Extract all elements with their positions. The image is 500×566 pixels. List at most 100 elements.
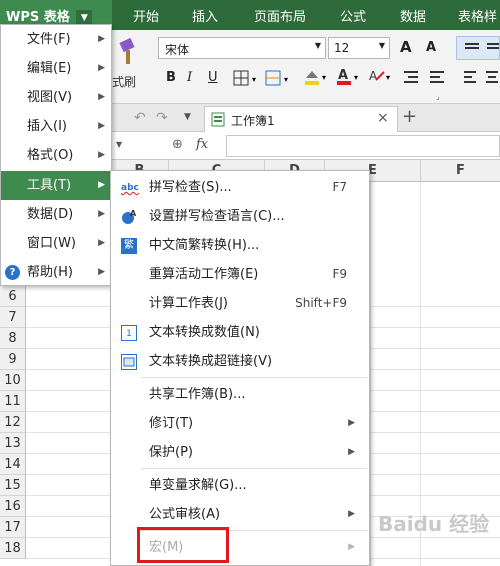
menu-item-label: 编辑(E) [27,61,72,76]
menu-item-label: 文本转换成超链接(V) [149,354,273,369]
chinese-conversion-icon: 繁 [121,238,137,254]
menu-item-edit[interactable]: 编辑(E) ▶ [1,54,111,83]
bold-button[interactable]: B [166,70,176,85]
menu-item-chinese-conversion[interactable]: 繁 中文简繁转换(H)... [111,231,369,260]
align-top-button[interactable] [456,36,500,60]
chevron-right-icon: ▶ [98,209,105,219]
svg-text:▾: ▾ [284,75,288,84]
clear-format-icon[interactable]: A ▾ [366,66,396,88]
zoom-icon[interactable]: ⊕ [172,137,183,152]
row-header[interactable]: 8 [0,328,26,349]
row-header[interactable]: 9 [0,349,26,370]
menu-item-label: 中文简繁转换(H)... [149,238,260,253]
menu-item-goal-seek[interactable]: 单变量求解(G)... [111,471,369,500]
italic-button[interactable]: I [187,70,192,85]
formula-input[interactable] [226,135,500,157]
svg-text:▾: ▾ [252,75,256,84]
column-header-f[interactable]: F [420,160,500,182]
menu-item-label: 文件(F) [27,32,71,47]
tab-table-style[interactable]: 表格样 [458,6,497,25]
merge-cells-icon[interactable]: ▾ [264,68,294,88]
menu-item-revisions[interactable]: 修订(T) ▶ [111,409,369,438]
menu-item-help[interactable]: ? 帮助(H) ▶ [1,258,111,287]
menu-item-spell-check[interactable]: abc 拼写检查(S)... F7 [111,173,369,202]
tools-submenu: abc 拼写检查(S)... F7 A 设置拼写检查语言(C)... 繁 中文简… [110,170,370,566]
menu-item-format[interactable]: 格式(O) ▶ [1,141,111,170]
indent-increase-icon[interactable] [428,68,446,86]
underline-button[interactable]: U [208,70,218,85]
menu-item-shortcut: Shift+F9 [295,296,347,310]
chevron-right-icon: ▶ [98,34,105,44]
menu-item-share-workbook[interactable]: 共享工作簿(B)... [111,380,369,409]
menu-item-data[interactable]: 数据(D) ▶ [1,200,111,229]
menu-item-formula-auditing[interactable]: 公式审核(A) ▶ [111,500,369,529]
menu-item-text-to-number[interactable]: 1 文本转换成数值(N) [111,318,369,347]
row-header[interactable]: 6 [0,286,26,307]
menu-item-calc-sheet[interactable]: 计算工作表(J) Shift+F9 [111,289,369,318]
row-header[interactable]: 11 [0,391,26,412]
tab-data[interactable]: 数据 [400,6,426,25]
tab-home[interactable]: 开始 [133,6,159,25]
close-icon[interactable]: × [377,110,389,126]
menu-item-insert[interactable]: 插入(I) ▶ [1,112,111,141]
menu-item-spell-language[interactable]: A 设置拼写检查语言(C)... [111,202,369,231]
menu-item-label: 工具(T) [27,178,72,193]
font-size-select[interactable]: 12 ▼ [328,37,390,59]
menu-item-file[interactable]: 文件(F) ▶ [1,25,111,54]
dialog-launcher-icon[interactable]: ⌟ [436,92,440,101]
chevron-right-icon: ▶ [98,63,105,73]
menu-item-window[interactable]: 窗口(W) ▶ [1,229,111,258]
row-header[interactable]: 16 [0,496,26,517]
menu-item-label: 公式审核(A) [149,507,221,522]
border-icon[interactable]: ▾ [232,68,262,88]
redo-icon[interactable]: ↷ [156,110,168,126]
menu-separator [141,468,367,469]
chevron-down-icon[interactable]: ▼ [116,140,122,149]
tab-page-layout[interactable]: 页面布局 [254,6,306,25]
grow-font-icon[interactable]: A [400,38,412,56]
chevron-right-icon: ▶ [348,542,355,552]
menu-item-protect[interactable]: 保护(P) ▶ [111,438,369,467]
format-painter-label[interactable]: 式刷 [112,73,136,90]
shrink-font-icon[interactable]: A [426,40,436,55]
chevron-right-icon: ▶ [348,418,355,428]
row-header[interactable]: 14 [0,454,26,475]
document-tab[interactable]: 工作簿1 × [204,106,398,132]
menu-item-label: 修订(T) [149,416,194,431]
spell-check-icon: abc [121,183,139,193]
grid-line [370,182,371,566]
undo-icon[interactable]: ↶ [134,110,146,126]
app-name: WPS 表格 [6,10,70,25]
new-tab-button[interactable]: + [402,106,417,127]
row-header[interactable]: 7 [0,307,26,328]
chevron-down-icon[interactable]: ▼ [184,112,191,122]
row-header[interactable]: 17 [0,517,26,538]
tab-formula[interactable]: 公式 [340,6,366,25]
chevron-right-icon: ▶ [348,509,355,519]
row-header[interactable]: 15 [0,475,26,496]
indent-decrease-icon[interactable] [402,68,420,86]
font-name-select[interactable]: 宋体 ▼ [158,37,326,59]
menu-item-tools[interactable]: 工具(T) ▶ [1,171,111,200]
row-header[interactable]: 13 [0,433,26,454]
menu-item-recalc-workbook[interactable]: 重算活动工作簿(E) F9 [111,260,369,289]
align-left-icon[interactable] [460,68,500,86]
row-header[interactable]: 10 [0,370,26,391]
svg-text:A: A [130,209,137,218]
font-color-icon[interactable]: A ▾ [334,66,364,88]
chevron-down-icon: ▼ [378,41,385,50]
menu-item-label: 视图(V) [27,90,73,105]
menu-item-shortcut: F9 [332,267,347,281]
menu-item-label: 设置拼写检查语言(C)... [149,209,285,224]
menu-item-text-to-hyperlink[interactable]: 文本转换成超链接(V) [111,347,369,376]
row-header[interactable]: 12 [0,412,26,433]
tab-insert[interactable]: 插入 [192,6,218,25]
format-painter-icon[interactable] [112,36,144,68]
menu-item-label: 插入(I) [27,119,67,134]
menu-item-view[interactable]: 视图(V) ▶ [1,83,111,112]
fill-color-icon[interactable]: ▾ [302,66,332,88]
menu-item-label: 文本转换成数值(N) [149,325,260,340]
fx-icon[interactable]: fx [196,137,208,152]
row-header[interactable]: 18 [0,538,26,559]
menu-item-label: 重算活动工作簿(E) [149,267,259,282]
